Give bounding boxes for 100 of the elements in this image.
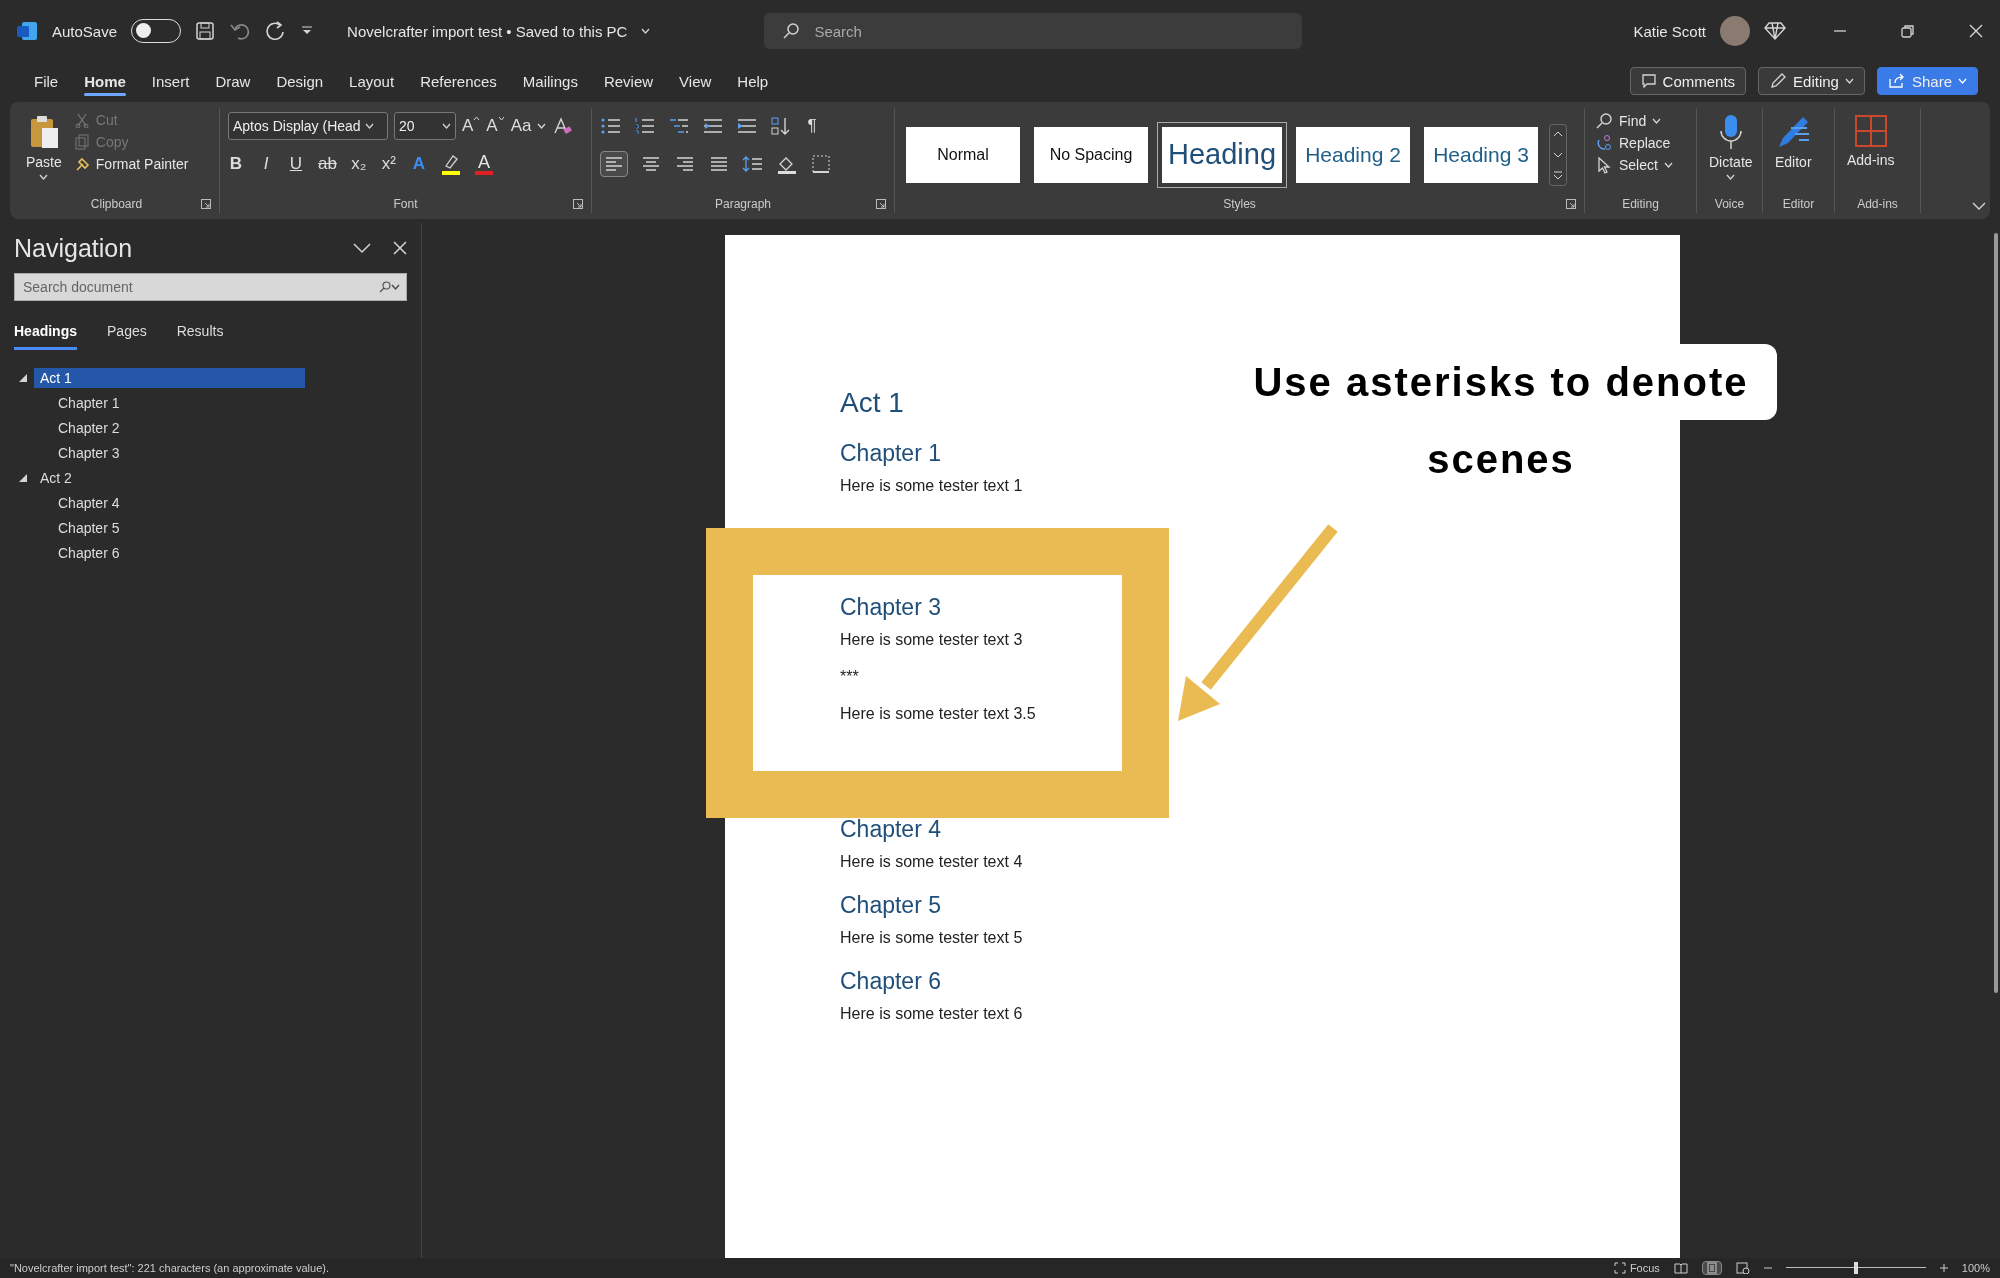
bold-button[interactable]: B	[228, 154, 244, 174]
superscript-button[interactable]: x²	[380, 154, 397, 174]
print-layout-icon[interactable]	[1706, 1262, 1717, 1274]
chevron-down-icon[interactable]	[353, 242, 371, 254]
change-case-button[interactable]: Aa	[510, 116, 532, 136]
increase-indent-icon[interactable]	[736, 116, 758, 136]
heading-item[interactable]: Chapter 3	[52, 442, 407, 463]
heading-item[interactable]: Chapter 2	[52, 417, 407, 438]
italic-button[interactable]: I	[258, 154, 274, 174]
zoom-slider-thumb[interactable]	[1853, 1262, 1858, 1274]
focus-button[interactable]: Focus	[1613, 1262, 1660, 1274]
dialog-launcher-icon[interactable]	[1566, 199, 1576, 209]
close-icon[interactable]	[1968, 23, 1984, 39]
menu-tab[interactable]: Insert	[139, 66, 202, 96]
borders-icon[interactable]	[810, 154, 832, 174]
menu-tab[interactable]: Layout	[337, 66, 407, 96]
dialog-launcher-icon[interactable]	[201, 199, 211, 209]
dialog-launcher-icon[interactable]	[573, 199, 583, 209]
editing-button[interactable]: Replace	[1593, 134, 1675, 152]
body-text: Here is some tester text 4	[840, 852, 1023, 872]
highlighter-icon[interactable]	[440, 153, 461, 175]
scrollbar-thumb[interactable]	[1994, 233, 1998, 993]
expanded-triangle-icon[interactable]	[18, 372, 28, 383]
menu-tab[interactable]: Mailings	[510, 66, 590, 96]
menu-tab[interactable]: Help	[725, 66, 781, 96]
heading-item[interactable]: Chapter 6	[52, 542, 407, 563]
body-text: Here is some tester text 3.5	[840, 704, 1036, 724]
strikethrough-button[interactable]: ab	[318, 154, 337, 174]
share-icon	[1887, 73, 1906, 89]
heading-item[interactable]: Act 1	[34, 367, 305, 388]
share-button[interactable]: Share	[1876, 67, 1978, 95]
caret-up-icon	[473, 116, 481, 121]
word-logo-icon[interactable]	[16, 20, 38, 42]
menu-tab[interactable]: View	[667, 66, 724, 96]
read-mode-icon[interactable]	[1673, 1262, 1688, 1274]
collapse-ribbon-icon[interactable]	[1972, 202, 1986, 211]
heading-item[interactable]: Act 2	[34, 467, 407, 488]
line-spacing-icon[interactable]	[742, 154, 764, 174]
editor-button[interactable]: Editor	[1771, 108, 1816, 195]
dictate-button[interactable]: Dictate	[1705, 108, 1757, 195]
customize-icon[interactable]	[301, 26, 314, 36]
clear-formatting-icon[interactable]	[552, 116, 573, 136]
heading-item[interactable]: Chapter 1	[52, 392, 407, 413]
heading-item[interactable]: Chapter 5	[52, 517, 407, 538]
bullets-icon[interactable]	[600, 116, 622, 136]
zoom-in-icon[interactable]	[1939, 1264, 1948, 1272]
expanded-triangle-icon[interactable]	[18, 472, 28, 483]
menu-tab[interactable]: Review	[591, 66, 666, 96]
editing-button[interactable]: Find	[1593, 112, 1675, 130]
editing-button[interactable]: Select	[1593, 156, 1675, 174]
grow-font-button[interactable]: A	[462, 116, 481, 136]
avatar[interactable]	[1720, 16, 1750, 46]
menu-tab[interactable]: Home	[72, 66, 138, 96]
pane-tab[interactable]: Pages	[107, 323, 147, 350]
clipboard-button[interactable]: Format Painter	[71, 156, 191, 172]
undo-icon[interactable]	[229, 21, 252, 41]
zoom-level[interactable]: 100%	[1961, 1262, 1990, 1274]
decrease-indent-icon[interactable]	[702, 116, 724, 136]
font-name-dropdown[interactable]: Aptos Display (Head	[228, 112, 388, 140]
numbering-icon[interactable]	[634, 116, 656, 136]
search-box[interactable]: Search	[764, 13, 1303, 49]
diamond-icon[interactable]	[1764, 21, 1786, 41]
zoom-out-icon[interactable]	[1763, 1264, 1772, 1272]
search-input[interactable]: Search	[812, 21, 1285, 41]
subscript-button[interactable]: x₂	[350, 154, 367, 174]
caret-icon[interactable]	[391, 284, 400, 290]
align-left-icon[interactable]	[603, 154, 625, 174]
menu-tab[interactable]: Draw	[203, 66, 263, 96]
save-icon[interactable]	[195, 21, 216, 41]
editing-button[interactable]: Editing	[1758, 67, 1865, 95]
multilevel-list-icon[interactable]	[668, 116, 690, 136]
paste-button[interactable]: Paste	[22, 108, 66, 195]
sort-icon[interactable]	[770, 116, 792, 136]
font-color-button[interactable]: A	[474, 153, 493, 175]
search-document-input[interactable]: Search document	[21, 278, 379, 296]
underline-button[interactable]: U	[288, 154, 304, 174]
font-size-dropdown[interactable]: 20	[394, 112, 456, 140]
add-ins-button[interactable]: Add-ins	[1843, 108, 1899, 195]
search-document-box[interactable]: Search document	[14, 273, 407, 301]
pane-tab[interactable]: Results	[176, 323, 224, 350]
pane-tab[interactable]: Headings	[14, 323, 77, 350]
document-title[interactable]: Novelcrafter import test • Saved to this PC	[347, 22, 628, 40]
align-center-icon[interactable]	[640, 154, 662, 174]
web-layout-icon[interactable]	[1735, 1262, 1750, 1274]
grid-icon	[1853, 114, 1888, 148]
shrink-font-button[interactable]: A	[486, 116, 505, 136]
show-formatting-button[interactable]: ¶	[804, 116, 820, 136]
comments-button[interactable]: Comments	[1629, 67, 1747, 95]
menu-tab[interactable]: References	[408, 66, 509, 96]
heading-item[interactable]: Chapter 4	[52, 492, 407, 513]
heading-text: Chapter 5	[840, 891, 941, 920]
align-right-icon[interactable]	[674, 154, 696, 174]
justify-icon[interactable]	[708, 154, 730, 174]
styles-scroll-icon[interactable]	[1549, 123, 1567, 186]
close-icon[interactable]	[393, 241, 407, 255]
search-icon	[782, 22, 801, 40]
restore-icon[interactable]	[1900, 23, 1916, 39]
menu-tab[interactable]: Design	[264, 66, 336, 96]
menu-tab[interactable]: File	[22, 66, 71, 96]
dialog-launcher-icon[interactable]	[876, 199, 886, 209]
